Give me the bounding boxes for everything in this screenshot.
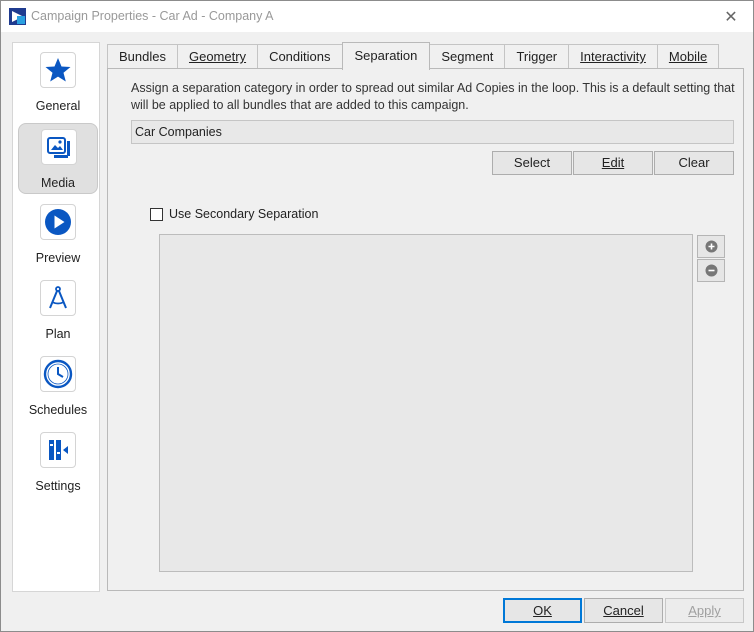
- sidebar: General Media Preview Plan Schedules Set…: [12, 42, 100, 592]
- title-bar: Campaign Properties - Car Ad - Company A…: [1, 1, 753, 32]
- sidebar-item-plan[interactable]: Plan: [18, 275, 98, 346]
- add-separation-button[interactable]: [697, 235, 725, 258]
- campaign-properties-window: Campaign Properties - Car Ad - Company A…: [0, 0, 754, 632]
- tab-bar: Bundles Geometry Conditions Separation S…: [107, 42, 720, 70]
- play-icon: [40, 204, 76, 240]
- tab-interactivity[interactable]: Interactivity: [568, 44, 658, 70]
- sidebar-item-general[interactable]: General: [18, 47, 98, 118]
- sidebar-item-media[interactable]: Media: [18, 123, 98, 194]
- sidebar-item-label: General: [35, 99, 81, 113]
- tab-segment[interactable]: Segment: [429, 44, 506, 70]
- settings-icon: [40, 432, 76, 468]
- close-icon: ✕: [724, 8, 738, 26]
- secondary-separation-list[interactable]: [159, 234, 693, 572]
- window-title: Campaign Properties - Car Ad - Company A: [31, 9, 274, 23]
- sidebar-item-settings[interactable]: Settings: [18, 427, 98, 498]
- star-icon: [40, 52, 76, 88]
- secondary-separation-checkbox[interactable]: [150, 207, 163, 221]
- sidebar-item-label: Media: [40, 176, 76, 190]
- tab-mobile[interactable]: Mobile: [656, 44, 720, 70]
- sidebar-item-preview[interactable]: Preview: [18, 199, 98, 270]
- plus-circle-icon: [705, 240, 717, 253]
- separation-category-field[interactable]: Car Companies: [131, 120, 734, 144]
- media-icon: [41, 129, 77, 165]
- tab-separation[interactable]: Separation: [341, 42, 431, 70]
- cancel-button[interactable]: Cancel: [584, 598, 663, 623]
- separation-description: Assign a separation category in order to…: [131, 81, 735, 112]
- edit-button[interactable]: Edit: [573, 151, 653, 175]
- sidebar-item-label: Settings: [35, 479, 81, 493]
- tab-conditions[interactable]: Conditions: [257, 44, 343, 70]
- tab-trigger[interactable]: Trigger: [504, 44, 570, 70]
- compass-icon: [40, 280, 76, 316]
- secondary-separation-row[interactable]: Use Secondary Separation: [150, 206, 318, 222]
- ok-button[interactable]: OK: [503, 598, 582, 623]
- clock-icon: [40, 356, 76, 392]
- clear-button[interactable]: Clear: [654, 151, 734, 175]
- secondary-separation-label: Use Secondary Separation: [169, 207, 319, 221]
- sidebar-item-schedules[interactable]: Schedules: [18, 351, 98, 422]
- select-button[interactable]: Select: [492, 151, 572, 175]
- app-icon: [9, 8, 26, 25]
- sidebar-item-label: Preview: [35, 251, 81, 265]
- sidebar-item-label: Schedules: [28, 403, 88, 417]
- close-button[interactable]: ✕: [709, 1, 753, 32]
- minus-circle-icon: [705, 264, 717, 277]
- sidebar-item-label: Plan: [45, 327, 71, 341]
- tab-bundles[interactable]: Bundles: [107, 44, 178, 70]
- apply-button[interactable]: Apply: [665, 598, 744, 623]
- tab-geometry[interactable]: Geometry: [176, 44, 259, 70]
- remove-separation-button[interactable]: [697, 259, 725, 282]
